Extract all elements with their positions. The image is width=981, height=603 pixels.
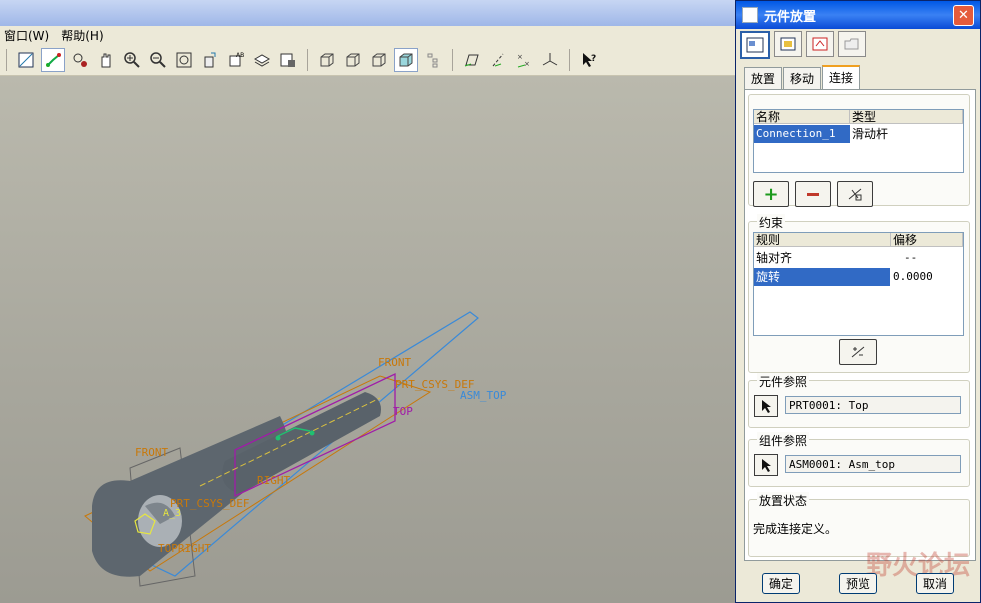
- saved-views-icon[interactable]: AB: [225, 49, 247, 71]
- datum-points-icon[interactable]: × ×: [513, 49, 535, 71]
- svg-text:AB: AB: [236, 52, 244, 59]
- model-canvas: FRONT PRT_CSYS_DEF ASM_TOP TOP FRONT RIG…: [84, 311, 507, 587]
- menu-bar: 窗口(W) 帮助(H): [0, 26, 735, 45]
- component-ref-label: 元件参照: [757, 373, 810, 390]
- assembly-ref-group: 组件参照 ASM0001: Asm_top: [748, 432, 970, 487]
- zoom-in-icon[interactable]: [121, 49, 143, 71]
- open-folder-icon[interactable]: [838, 31, 866, 57]
- label-front-top: FRONT: [378, 356, 411, 369]
- tab-placement[interactable]: 放置: [744, 67, 783, 89]
- label-right: RIGHT: [257, 474, 290, 487]
- dialog-app-icon: [742, 7, 758, 23]
- connection-type-cell[interactable]: 滑动杆: [850, 125, 934, 143]
- pan-hand-icon[interactable]: [95, 49, 117, 71]
- assembly-window-icon[interactable]: [774, 31, 802, 57]
- toolbar-separator: [6, 49, 7, 71]
- toolbar-separator: [452, 49, 453, 71]
- connections-table[interactable]: 名称 类型 Connection_1 滑动杆: [753, 109, 964, 173]
- refit-icon[interactable]: [173, 49, 195, 71]
- hidden-line-icon[interactable]: [342, 49, 364, 71]
- col-rule-header[interactable]: 规则: [754, 233, 891, 247]
- label-top: TOP: [393, 405, 413, 418]
- label-prt-csys-bottom: PRT_CSYS_DEF: [170, 497, 249, 510]
- constraint-offset-cell[interactable]: --: [902, 249, 952, 267]
- preview-button[interactable]: 预览: [839, 573, 877, 594]
- shading-icon[interactable]: [394, 48, 418, 72]
- toolbar-separator: [307, 49, 308, 71]
- no-hidden-icon[interactable]: [368, 49, 390, 71]
- constraints-label: 约束: [757, 214, 786, 231]
- connection-name-cell[interactable]: Connection_1: [754, 125, 850, 143]
- svg-text:?: ?: [591, 54, 596, 64]
- main-title-bar: [0, 0, 735, 26]
- toolbar: AB × × ?: [0, 45, 735, 76]
- svg-text:×: ×: [517, 53, 523, 61]
- datum-axes-icon[interactable]: [487, 49, 509, 71]
- separate-window-icon[interactable]: [740, 31, 770, 59]
- zoom-out-icon[interactable]: [147, 49, 169, 71]
- col-offset-header[interactable]: 偏移: [891, 233, 963, 247]
- tab-move[interactable]: 移动: [783, 67, 822, 89]
- constraints-table[interactable]: 规则 偏移 轴对齐 -- 旋转 0.0000: [753, 232, 964, 336]
- dialog-title-bar: 元件放置 ✕: [736, 1, 980, 29]
- spin-center-icon[interactable]: [41, 48, 65, 72]
- layers-icon[interactable]: [251, 49, 273, 71]
- constraint-rule-cell-selected[interactable]: 旋转: [754, 268, 890, 286]
- assembly-ref-field[interactable]: ASM0001: Asm_top: [785, 455, 961, 473]
- remove-connection-button[interactable]: [795, 181, 831, 207]
- assembly-ref-label: 组件参照: [757, 432, 810, 449]
- dialog-tabs: 放置 移动 连接: [744, 65, 861, 89]
- constraint-offset-cell-selected[interactable]: 0.0000: [891, 268, 951, 286]
- show-component-icon[interactable]: [806, 31, 834, 57]
- coordinate-systems-icon[interactable]: [539, 49, 561, 71]
- component-placement-dialog: 元件放置 ✕ 放置 移动 连接 名称 类型 Connection_1 滑动杆 +…: [735, 0, 981, 603]
- dialog-title: 元件放置: [764, 9, 817, 25]
- datum-planes-icon[interactable]: [461, 49, 483, 71]
- cancel-button[interactable]: 取消: [916, 573, 954, 594]
- label-topright: TOPRIGHT: [158, 542, 211, 555]
- close-icon[interactable]: ✕: [953, 4, 974, 26]
- select-arrow-icon[interactable]: [754, 395, 778, 417]
- select-arrow-icon[interactable]: [754, 454, 778, 476]
- flip-constraint-icon[interactable]: [839, 339, 877, 365]
- view-manager-icon[interactable]: [277, 49, 299, 71]
- constraints-group: 约束 规则 偏移 轴对齐 -- 旋转 0.0000: [748, 214, 970, 373]
- component-ref-group: 元件参照 PRT0001: Top: [748, 373, 970, 428]
- dialog-mode-buttons: [740, 31, 870, 59]
- menu-window[interactable]: 窗口(W): [0, 27, 57, 44]
- connect-tab-panel: 名称 类型 Connection_1 滑动杆 + 约束 规则 偏移 轴对齐 --…: [744, 89, 976, 561]
- tab-connect[interactable]: 连接: [822, 65, 861, 89]
- add-connection-button[interactable]: +: [753, 181, 789, 207]
- wireframe-icon[interactable]: [316, 49, 338, 71]
- repaint-icon[interactable]: [15, 49, 37, 71]
- placement-status-label: 放置状态: [757, 492, 810, 509]
- connection-options-icon[interactable]: [837, 181, 873, 207]
- toolbar-separator: [569, 49, 570, 71]
- col-name-header[interactable]: 名称: [754, 110, 850, 124]
- graphics-viewport[interactable]: FRONT PRT_CSYS_DEF ASM_TOP TOP FRONT RIG…: [0, 76, 735, 603]
- placement-status-text: 完成连接定义。: [753, 522, 838, 536]
- connections-group: 名称 类型 Connection_1 滑动杆 +: [748, 94, 970, 207]
- model-tree-icon[interactable]: [422, 49, 444, 71]
- menu-help[interactable]: 帮助(H): [57, 27, 111, 44]
- constraint-rule-cell[interactable]: 轴对齐: [754, 249, 891, 267]
- component-ref-field[interactable]: PRT0001: Top: [785, 396, 961, 414]
- col-type-header[interactable]: 类型: [850, 110, 963, 124]
- svg-text:×: ×: [524, 60, 530, 68]
- context-help-icon[interactable]: ?: [578, 49, 600, 71]
- label-a3: A_3: [163, 508, 181, 519]
- label-asm-top: ASM_TOP: [460, 389, 507, 402]
- label-front-left: FRONT: [135, 446, 168, 459]
- reorient-icon[interactable]: [199, 49, 221, 71]
- orient-mode-icon[interactable]: [69, 49, 91, 71]
- ok-button[interactable]: 确定: [762, 573, 800, 594]
